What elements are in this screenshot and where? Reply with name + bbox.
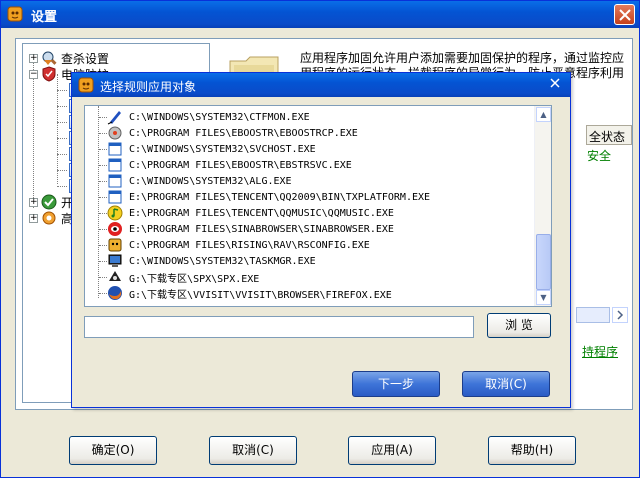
gear-disc-icon	[108, 126, 122, 140]
list-item[interactable]: C:\PROGRAM FILES\EBOOSTR\EBSTRSVC.EXE	[99, 157, 352, 173]
close-window-button[interactable]	[614, 4, 635, 25]
list-item[interactable]: C:\WINDOWS\SYSTEM32\TASKMGR.EXE	[99, 253, 316, 269]
ok-button[interactable]: 确定(O)	[69, 436, 157, 465]
sina-eye-icon	[108, 222, 122, 236]
file-path: C:\WINDOWS\SYSTEM32\TASKMGR.EXE	[129, 255, 316, 267]
program-file-list[interactable]: C:\WINDOWS\SYSTEM32\CTFMON.EXE C:\PROGRA…	[84, 105, 552, 307]
rising-lion-app-icon	[78, 77, 94, 93]
rising-lion-app-icon	[7, 6, 23, 22]
path-input[interactable]	[84, 316, 474, 338]
horizontal-scroll-thumb[interactable]	[576, 307, 610, 323]
window-icon	[108, 174, 122, 188]
tree-expand-icon[interactable]: +	[29, 213, 38, 223]
protected-programs-link[interactable]: 持程序	[582, 343, 618, 360]
computer-icon	[108, 254, 122, 267]
file-path: C:\WINDOWS\SYSTEM32\ALG.EXE	[129, 175, 292, 187]
cancel-button[interactable]: 取消(C)	[209, 436, 297, 465]
scroll-right-arrow-icon[interactable]	[612, 307, 628, 323]
spx-icon	[109, 271, 121, 281]
list-item[interactable]: G:\下载专区\VVISIT\VVISIT\BROWSER\FIREFOX.EX…	[99, 285, 392, 301]
scroll-down-arrow-icon[interactable]: ▼	[536, 290, 551, 305]
dialog-title: 选择规则应用对象	[100, 80, 197, 94]
file-path: C:\PROGRAM FILES\RISING\RAV\RSCONFIG.EXE	[129, 239, 370, 251]
list-item[interactable]: G:\下载专区\SPX\SPX.EXE	[99, 269, 259, 285]
file-path: E:\PROGRAM FILES\TENCENT\QQ2009\BIN\TXPL…	[129, 191, 431, 203]
browse-button[interactable]: 浏 览	[487, 313, 551, 338]
file-path: E:\PROGRAM FILES\SINABROWSER\SINABROWSER…	[129, 223, 394, 235]
settings-titlebar[interactable]: 设置	[1, 1, 639, 28]
list-item[interactable]: C:\WINDOWS\SYSTEM32\SVCHOST.EXE	[99, 141, 316, 157]
tree-collapse-icon[interactable]: −	[29, 69, 38, 79]
file-path: G:\下载专区\VVISIT\VVISIT\BROWSER\FIREFOX.EX…	[129, 289, 392, 301]
list-item[interactable]: C:\WINDOWS\SYSTEM32\CTFMON.EXE	[99, 109, 310, 125]
file-path: C:\PROGRAM FILES\EBOOSTR\EBSTRSVC.EXE	[129, 159, 352, 171]
tree-item-realtime[interactable]: + 开	[29, 194, 73, 210]
tree-item-label: 查杀设置	[61, 51, 110, 66]
vertical-scroll-thumb[interactable]	[536, 234, 551, 290]
file-path: G:\下载专区\SPX\SPX.EXE	[129, 273, 260, 285]
list-item[interactable]: C:\PROGRAM FILES\RISING\RAV\RSCONFIG.EXE	[99, 237, 370, 253]
status-column-header[interactable]: 全状态	[586, 125, 632, 145]
dialog-cancel-button[interactable]: 取消(C)	[462, 371, 550, 397]
window-icon	[108, 142, 122, 156]
status-value: 安全	[587, 149, 612, 163]
settings-title: 设置	[31, 10, 58, 25]
tree-expand-icon[interactable]: +	[29, 53, 38, 63]
green-check-icon	[41, 194, 57, 210]
file-path: C:\WINDOWS\SYSTEM32\CTFMON.EXE	[129, 111, 310, 123]
window-icon	[108, 190, 122, 204]
pen-icon	[107, 111, 121, 125]
dialog-titlebar[interactable]: 选择规则应用对象	[72, 73, 570, 97]
vertical-scrollbar[interactable]: ▲ ▼	[534, 106, 551, 306]
tree-item-scan-settings[interactable]: + 查杀设置	[29, 50, 109, 66]
file-path: C:\WINDOWS\SYSTEM32\SVCHOST.EXE	[129, 143, 316, 155]
shield-red-icon	[42, 66, 56, 82]
tree-expand-icon[interactable]: +	[29, 197, 38, 207]
scroll-up-arrow-icon[interactable]: ▲	[536, 107, 551, 122]
file-path: C:\PROGRAM FILES\EBOOSTR\EBOOSTRCP.EXE	[129, 127, 358, 139]
list-item[interactable]: C:\PROGRAM FILES\EBOOSTR\EBOOSTRCP.EXE	[99, 125, 358, 141]
rising-lion-icon	[108, 238, 122, 252]
qqmusic-icon	[107, 205, 123, 221]
next-step-button[interactable]: 下一步	[352, 371, 440, 397]
orange-gear-icon	[42, 211, 56, 225]
list-item[interactable]: E:\PROGRAM FILES\TENCENT\QQ2009\BIN\TXPL…	[99, 189, 430, 205]
firefox-icon	[108, 286, 122, 300]
window-icon	[108, 158, 122, 172]
list-item[interactable]: E:\PROGRAM FILES\TENCENT\QQMUSIC\QQMUSIC…	[99, 205, 394, 221]
magnifier-shield-icon	[42, 51, 57, 65]
dialog-close-button[interactable]	[546, 77, 564, 93]
list-item[interactable]: E:\PROGRAM FILES\SINABROWSER\SINABROWSER…	[99, 221, 394, 237]
select-rule-target-dialog: 选择规则应用对象 C:\WINDOWS\SYSTEM32\CTFMON.EXE …	[71, 72, 571, 408]
list-item[interactable]: C:\WINDOWS\SYSTEM32\ALG.EXE	[99, 173, 292, 189]
apply-button[interactable]: 应用(A)	[348, 436, 436, 465]
close-icon	[550, 78, 560, 88]
tree-item-advanced[interactable]: + 高	[29, 210, 73, 226]
close-icon	[619, 9, 631, 21]
file-path: E:\PROGRAM FILES\TENCENT\QQMUSIC\QQMUSIC…	[129, 207, 394, 219]
help-button[interactable]: 帮助(H)	[488, 436, 576, 465]
